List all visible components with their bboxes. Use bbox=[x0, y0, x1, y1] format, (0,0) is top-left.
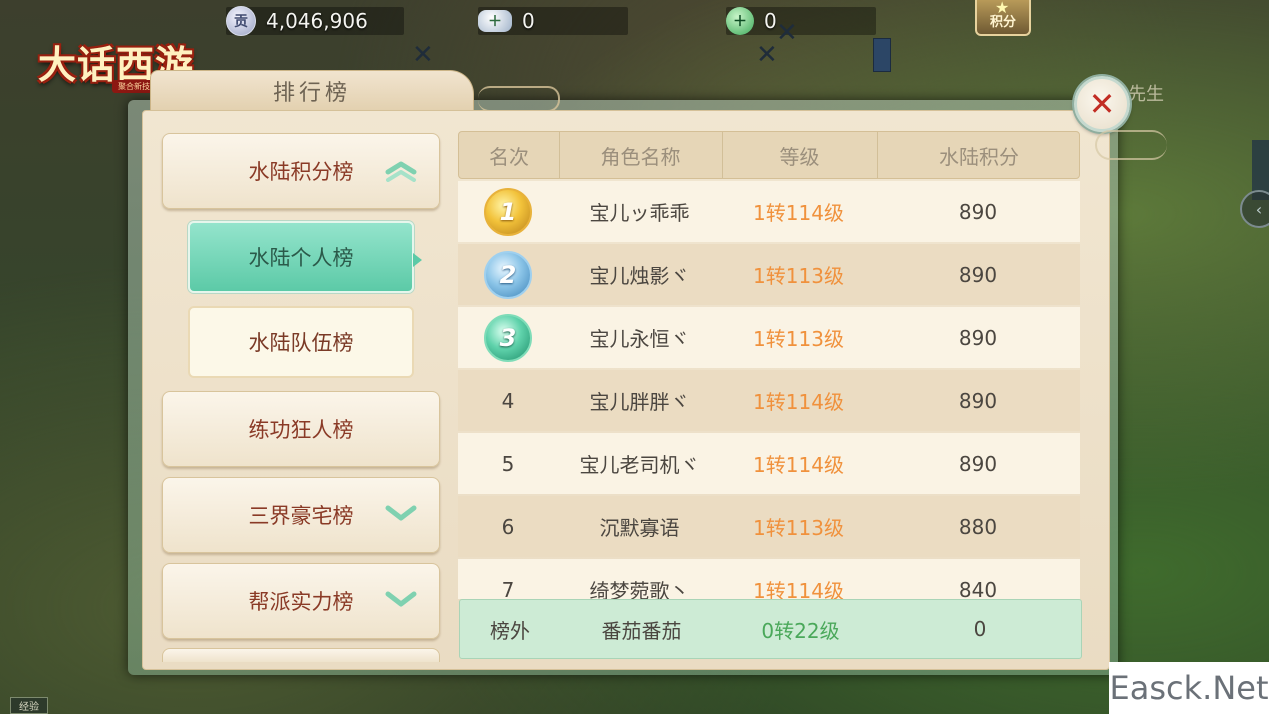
jade-value: 0 bbox=[764, 9, 777, 33]
level-cell: 1转114级 bbox=[753, 453, 844, 477]
crossed-swords-icon: ✕ bbox=[776, 18, 798, 48]
table-header: 名次 角色名称 等级 水陆积分 bbox=[458, 131, 1080, 179]
table-row[interactable]: 6 沉默寡语 1转113级 880 bbox=[458, 496, 1080, 557]
jade-icon[interactable]: ＋ bbox=[726, 7, 754, 35]
flag-banner bbox=[873, 38, 891, 72]
exp-tag: 经验 bbox=[10, 697, 48, 714]
table-row[interactable]: 7 绮梦菀歌丶 1转114级 840 bbox=[458, 559, 1080, 599]
name-cell: 宝儿ッ乖乖 bbox=[589, 201, 690, 225]
score-cell: 890 bbox=[958, 325, 998, 350]
rank-cell: 6 bbox=[501, 514, 515, 539]
header-rank: 名次 bbox=[459, 132, 560, 178]
header-level: 等级 bbox=[722, 132, 878, 178]
level-cell: 1转114级 bbox=[753, 201, 844, 225]
name-cell: 绮梦菀歌丶 bbox=[589, 579, 690, 599]
table-row[interactable]: 1 宝儿ッ乖乖 1转114级 890 bbox=[458, 181, 1080, 242]
chevron-down-icon bbox=[385, 591, 417, 607]
cloud-ornament bbox=[1095, 130, 1167, 160]
gold-medal-icon: 1 bbox=[484, 187, 532, 236]
crossed-swords-icon: ✕ bbox=[756, 40, 778, 70]
silver-medal-icon: 2 bbox=[484, 250, 532, 299]
score-cell: 0 bbox=[973, 617, 987, 641]
close-button[interactable]: ✕ bbox=[1074, 76, 1130, 132]
level-cell: 1转113级 bbox=[753, 516, 844, 540]
score-cell: 840 bbox=[958, 577, 998, 600]
contribution-icon: 贡 bbox=[226, 6, 256, 36]
menu-item-mansion-ranking[interactable]: 三界豪宅榜 bbox=[162, 477, 440, 553]
my-ranking-row: 榜外 番茄番茄 0转22级 0 bbox=[459, 599, 1082, 659]
level-cell: 1转114级 bbox=[753, 390, 844, 414]
level-cell: 0转22级 bbox=[761, 618, 840, 643]
score-cell: 880 bbox=[958, 514, 998, 539]
silver-resource: ＋ 0 bbox=[478, 4, 628, 38]
rank-cell: 2 bbox=[458, 244, 558, 305]
selected-arrow-icon bbox=[413, 253, 422, 267]
name-cell: 番茄番茄 bbox=[601, 618, 682, 643]
chevron-down-icon bbox=[385, 505, 417, 521]
subtab-team-ranking[interactable]: 水陆队伍榜 bbox=[188, 306, 414, 378]
name-cell: 宝儿烛影ヾ bbox=[589, 264, 690, 288]
npc-name-label: 先生 bbox=[1128, 84, 1164, 105]
name-cell: 宝儿胖胖ヾ bbox=[589, 390, 690, 414]
watermark: Easck.Net bbox=[1109, 662, 1269, 714]
rank-cell: 榜外 bbox=[490, 618, 530, 643]
contribution-value: 4,046,906 bbox=[266, 9, 368, 33]
rank-cell: 3 bbox=[458, 307, 558, 368]
rank-cell: 1 bbox=[458, 181, 558, 242]
table-row[interactable]: 3 宝儿永恒ヾ 1转113级 890 bbox=[458, 307, 1080, 368]
score-cell: 890 bbox=[958, 388, 998, 413]
level-cell: 1转113级 bbox=[753, 327, 844, 351]
header-name: 角色名称 bbox=[559, 132, 723, 178]
star-icon: ★ bbox=[995, 0, 1010, 17]
score-cell: 890 bbox=[958, 199, 998, 224]
menu-item-training-ranking[interactable]: 练功狂人榜 bbox=[162, 391, 440, 467]
menu-item-guild-ranking[interactable]: 帮派实力榜 bbox=[162, 563, 440, 639]
chevron-up-icon bbox=[385, 161, 417, 182]
name-cell: 宝儿老司机ヾ bbox=[579, 453, 700, 477]
panel-title: 排行榜 bbox=[150, 70, 474, 110]
silver-value: 0 bbox=[522, 9, 535, 33]
jade-resource: ＋ 0 bbox=[726, 4, 876, 38]
rank-cell: 5 bbox=[501, 451, 515, 476]
level-cell: 1转113级 bbox=[753, 264, 844, 288]
subtab-personal-ranking[interactable]: 水陆个人榜 bbox=[188, 221, 422, 293]
menu-item-partial[interactable] bbox=[162, 648, 440, 662]
silver-ingot-icon[interactable]: ＋ bbox=[478, 10, 512, 32]
name-cell: 宝儿永恒ヾ bbox=[589, 327, 690, 351]
rank-cell: 7 bbox=[501, 577, 515, 600]
score-button[interactable]: ★ 积分 bbox=[975, 0, 1031, 36]
jade-medal-icon: 3 bbox=[484, 313, 532, 362]
close-icon: ✕ bbox=[1088, 85, 1116, 123]
table-row[interactable]: 4 宝儿胖胖ヾ 1转114级 890 bbox=[458, 370, 1080, 431]
name-cell: 沉默寡语 bbox=[599, 516, 680, 540]
side-expand-icon[interactable]: ‹ bbox=[1240, 190, 1269, 228]
crossed-swords-icon: ✕ bbox=[412, 40, 434, 70]
level-cell: 1转114级 bbox=[753, 579, 844, 599]
rank-cell: 4 bbox=[501, 388, 515, 413]
header-score: 水陆积分 bbox=[939, 144, 1019, 169]
menu-item-water-land-score[interactable]: 水陆积分榜 bbox=[162, 133, 440, 209]
cloud-ornament bbox=[478, 86, 560, 112]
contribution-resource: 贡 4,046,906 bbox=[226, 4, 404, 38]
score-cell: 890 bbox=[958, 262, 998, 287]
table-row[interactable]: 2 宝儿烛影ヾ 1转113级 890 bbox=[458, 244, 1080, 305]
table-row[interactable]: 5 宝儿老司机ヾ 1转114级 890 bbox=[458, 433, 1080, 494]
score-cell: 890 bbox=[958, 451, 998, 476]
